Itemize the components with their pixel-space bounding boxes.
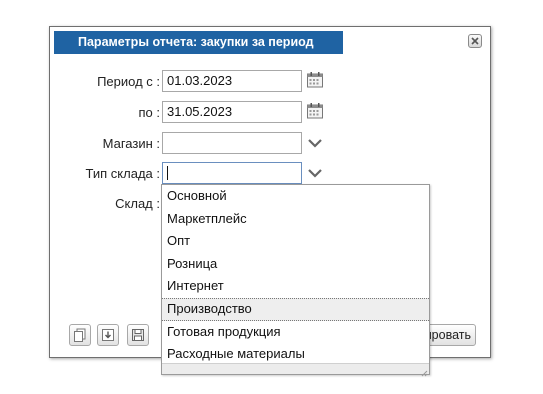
warehouse-type-label: Тип склада : (85, 166, 160, 181)
copy-button[interactable] (69, 324, 91, 346)
period-from-input[interactable]: 01.03.2023 (162, 70, 302, 92)
dropdown-footer (162, 363, 429, 377)
dropdown-option[interactable]: Маркетплейс (162, 208, 429, 231)
dropdown-option[interactable]: Основной (162, 185, 429, 208)
period-from-label: Период с : (97, 74, 160, 89)
calendar-icon[interactable] (306, 71, 324, 89)
warehouse-type-dropdown: Основной Маркетплейс Опт Розница Интернет Про… (161, 184, 430, 377)
dropdown-option[interactable]: Розница (162, 253, 429, 276)
resize-grip-icon[interactable] (420, 365, 428, 377)
dropdown-option[interactable]: Готовая продукция (162, 321, 429, 344)
close-button[interactable] (468, 34, 482, 48)
warehouse-label: Склад : (115, 196, 160, 211)
dropdown-option[interactable]: Интернет (162, 275, 429, 298)
dropdown-option-list: Основной Маркетплейс Опт Розница Интернет Про… (162, 185, 429, 366)
save-button[interactable] (127, 324, 149, 346)
period-to-input[interactable]: 31.05.2023 (162, 101, 302, 123)
store-label: Магазин : (102, 136, 160, 151)
dialog-title: Параметры отчета: закупки за период (54, 31, 343, 54)
dropdown-option[interactable]: Опт (162, 230, 429, 253)
calendar-icon[interactable] (306, 102, 324, 120)
download-button[interactable] (97, 324, 119, 346)
dropdown-option[interactable]: Производство (162, 297, 429, 321)
store-select[interactable] (162, 132, 302, 154)
warehouse-type-select[interactable] (162, 162, 302, 184)
chevron-down-icon[interactable] (307, 135, 323, 151)
period-to-label: по : (138, 105, 161, 120)
text-caret (167, 165, 168, 180)
chevron-down-icon[interactable] (307, 165, 323, 181)
